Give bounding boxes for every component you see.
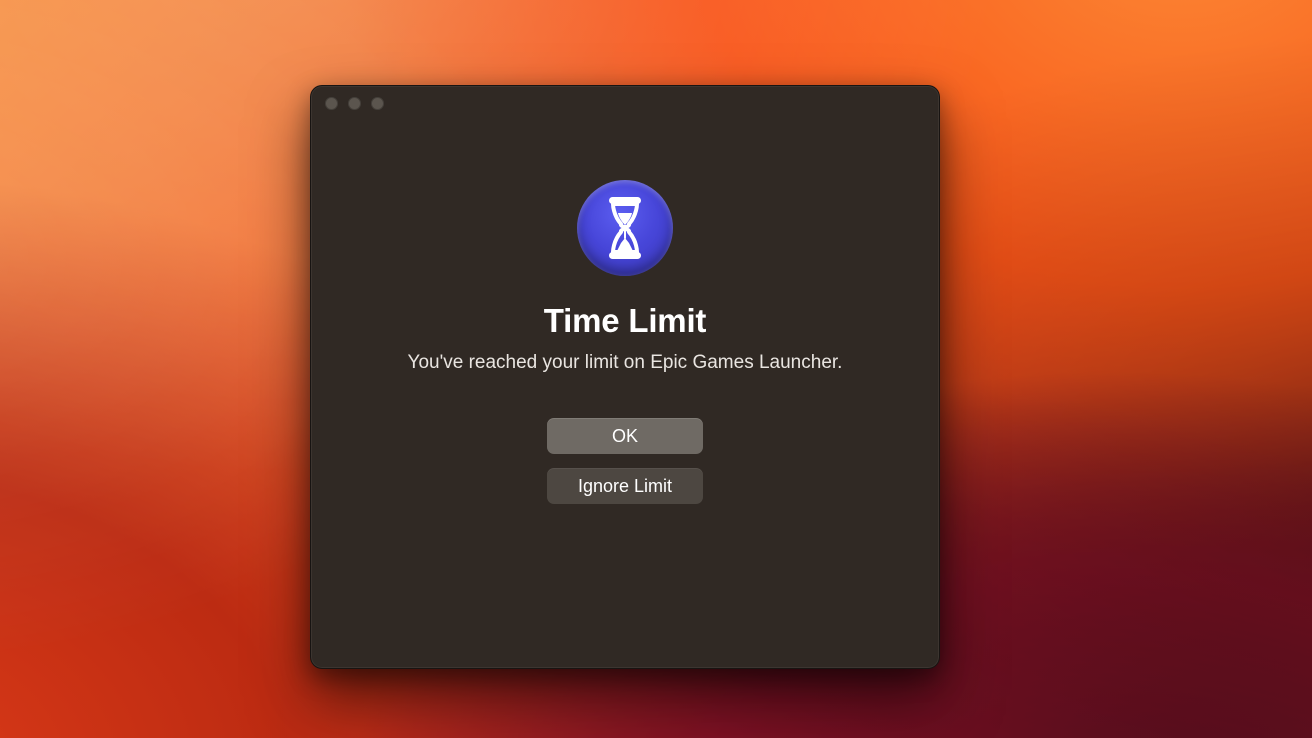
dialog-buttons: OK Ignore Limit — [547, 418, 703, 504]
window-close-button[interactable] — [325, 97, 338, 110]
dialog-message: You've reached your limit on Epic Games … — [378, 352, 873, 374]
hourglass-icon — [577, 180, 673, 276]
ok-button[interactable]: OK — [547, 418, 703, 454]
window-titlebar — [311, 86, 939, 120]
window-minimize-button[interactable] — [348, 97, 361, 110]
time-limit-dialog-window: Time Limit You've reached your limit on … — [310, 85, 940, 669]
ignore-limit-button[interactable]: Ignore Limit — [547, 468, 703, 504]
window-controls — [325, 97, 384, 110]
window-zoom-button[interactable] — [371, 97, 384, 110]
dialog-title: Time Limit — [544, 302, 706, 340]
dialog-content: Time Limit You've reached your limit on … — [311, 120, 939, 668]
